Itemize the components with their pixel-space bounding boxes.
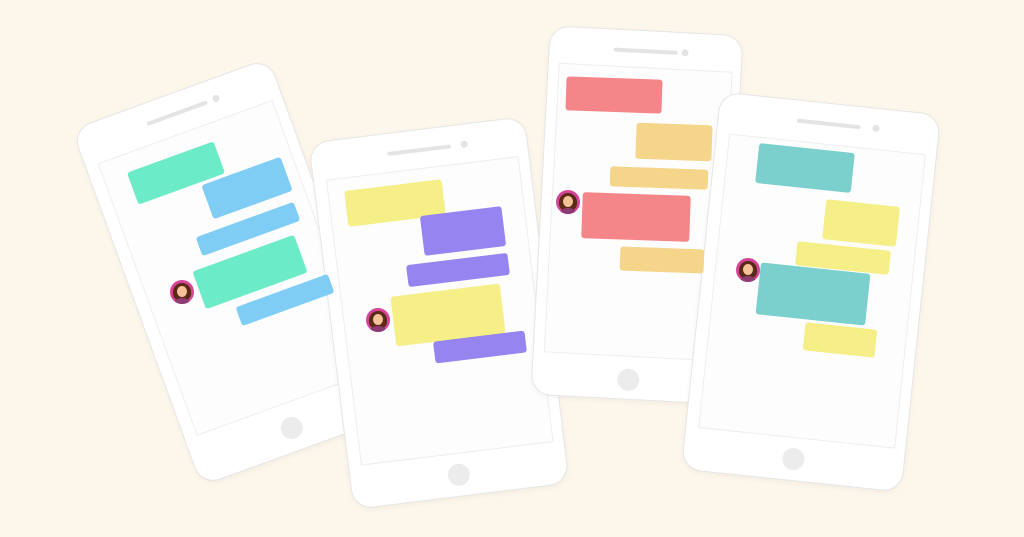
woman-avatar-icon: [170, 280, 194, 304]
woman-avatar-icon: [556, 190, 580, 214]
chat-bubble-sent: [609, 166, 709, 190]
woman-avatar-icon: [366, 308, 390, 332]
home-button-icon[interactable]: [781, 446, 806, 472]
speaker-icon: [146, 100, 208, 127]
camera-icon: [211, 94, 221, 104]
speaker-icon: [796, 118, 861, 130]
camera-icon: [460, 140, 469, 149]
camera-icon: [681, 49, 689, 57]
chat-bubble-sent: [635, 122, 713, 162]
home-button-icon[interactable]: [616, 368, 640, 392]
chat-bubble-sent: [619, 246, 705, 274]
chat-bubble-received: [581, 192, 691, 242]
chat-bubble-sent: [822, 199, 900, 247]
woman-avatar-icon: [736, 258, 760, 282]
chat-bubble-received: [565, 76, 663, 114]
speaker-icon: [613, 47, 678, 55]
home-button-icon[interactable]: [446, 462, 472, 488]
home-button-icon[interactable]: [277, 413, 306, 443]
camera-icon: [872, 124, 880, 133]
speaker-icon: [387, 144, 452, 157]
